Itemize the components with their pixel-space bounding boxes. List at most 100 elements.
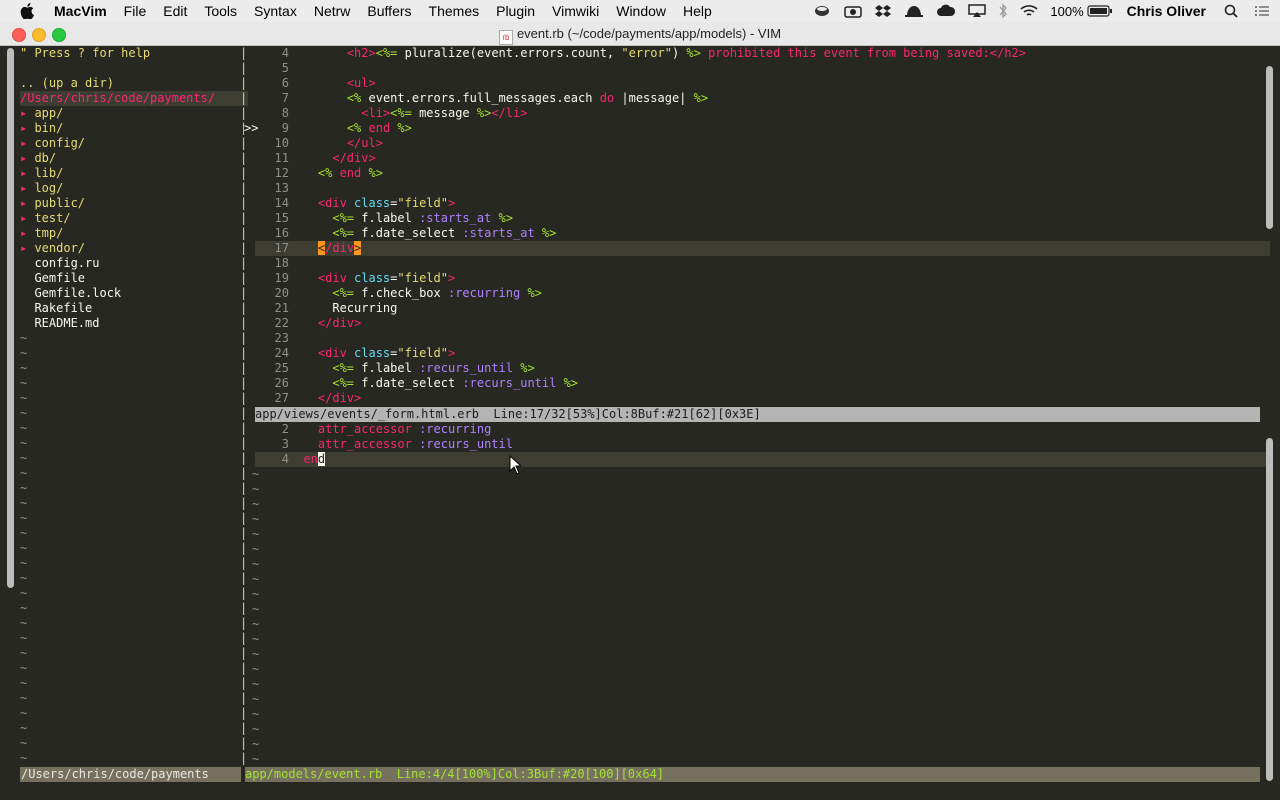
code-line[interactable]: 8 <li><%= message %></li>	[255, 106, 1270, 121]
menu-themes[interactable]: Themes	[429, 0, 480, 22]
apple-icon[interactable]	[20, 3, 36, 19]
tree-file[interactable]: README.md	[20, 316, 248, 331]
code-line[interactable]: 25 <%= f.label :recurs_until %>	[255, 361, 1270, 376]
tree-dir-lib[interactable]: ▸ lib/	[20, 166, 248, 181]
code-line[interactable]: 24 <div class="field">	[255, 346, 1270, 361]
menu-plugin[interactable]: Plugin	[496, 0, 535, 22]
spotlight-search-icon[interactable]	[1224, 4, 1238, 18]
camera-icon[interactable]	[844, 4, 863, 18]
code-token: attr_accessor	[317, 437, 412, 451]
tree-dir-tmp[interactable]: ▸ tmp/	[20, 226, 248, 241]
code-line[interactable]: 5	[255, 61, 1270, 76]
airplay-icon[interactable]	[968, 4, 987, 18]
bottom-buffer[interactable]: 2 attr_accessor :recurring 3 attr_accesso…	[252, 422, 1270, 767]
split-bar: |	[240, 166, 248, 180]
split-bar: |	[240, 736, 248, 750]
tree-dir-log[interactable]: ▸ log/	[20, 181, 248, 196]
tree-dir-label: bin/	[34, 121, 64, 135]
code-line[interactable]: 20 <%= f.check_box :recurring %>	[255, 286, 1270, 301]
code-line[interactable]: 4 <h2><%= pluralize(event.errors.count, …	[255, 46, 1270, 61]
code-line[interactable]: 23	[255, 331, 1270, 346]
code-line[interactable]: 19 <div class="field">	[255, 271, 1270, 286]
code-line[interactable]: 22 </div>	[255, 316, 1270, 331]
wifi-icon[interactable]	[1020, 4, 1038, 18]
tree-file[interactable]: config.ru	[20, 256, 248, 271]
code-line[interactable]: 11 </div>	[255, 151, 1270, 166]
code-token: :recurring	[419, 422, 492, 436]
line-number: 7	[281, 91, 289, 105]
code-line[interactable]: 3 attr_accessor :recurs_until	[255, 437, 1270, 452]
user-name[interactable]: Chris Oliver	[1127, 3, 1206, 19]
top-buffer-scrollbar[interactable]	[1266, 66, 1273, 229]
code-line[interactable]: 2 attr_accessor :recurring	[255, 422, 1270, 437]
code-line[interactable]: 6 <ul>	[255, 76, 1270, 91]
menu-edit[interactable]: Edit	[163, 0, 187, 22]
tree-dir-vendor[interactable]: ▸ vendor/	[20, 241, 248, 256]
empty-line-tilde: ~	[20, 661, 28, 675]
empty-line-tilde: ~	[20, 346, 28, 360]
battery-icon[interactable]	[1087, 5, 1113, 17]
line-number: 15	[274, 211, 289, 225]
tree-dir-bin[interactable]: ▸ bin/	[20, 121, 248, 136]
code-line[interactable]: 7 <% event.errors.full_messages.each do …	[255, 91, 1270, 106]
split-bar: |	[240, 196, 248, 210]
bluetooth-icon[interactable]	[998, 3, 1008, 19]
dropbox-icon[interactable]	[874, 3, 892, 19]
tree-dir-test[interactable]: ▸ test/	[20, 211, 248, 226]
notification-center-icon[interactable]	[1254, 5, 1270, 17]
code-line[interactable]: 9 <% end %>	[255, 121, 1270, 136]
code-token: :recurs_until	[462, 376, 557, 390]
code-line[interactable]: 17 </div>	[255, 241, 1270, 256]
empty-line-tilde: ~	[20, 646, 28, 660]
tree-dir-db[interactable]: ▸ db/	[20, 151, 248, 166]
tree-dir-app[interactable]: ▸ app/	[20, 106, 248, 121]
code-line[interactable]: 12 <% end %>	[255, 166, 1270, 181]
file-tree-pane[interactable]: " Press ? for help .. (up a dir) /Users/…	[20, 46, 250, 781]
code-line[interactable]: 21 Recurring	[255, 301, 1270, 316]
cloud-icon[interactable]	[936, 4, 956, 18]
code-line[interactable]: 15 <%= f.label :starts_at %>	[255, 211, 1270, 226]
left-scrollbar[interactable]	[7, 48, 14, 588]
top-buffer[interactable]: 4 <h2><%= pluralize(event.errors.count, …	[255, 46, 1270, 406]
hat-icon[interactable]	[904, 4, 924, 18]
tree-dir-config[interactable]: ▸ config/	[20, 136, 248, 151]
menu-buffers[interactable]: Buffers	[367, 0, 411, 22]
code-line[interactable]: 18	[255, 256, 1270, 271]
code-token: en	[303, 452, 318, 466]
menu-syntax[interactable]: Syntax	[254, 0, 297, 22]
code-line[interactable]: 26 <%= f.date_select :recurs_until %>	[255, 376, 1270, 391]
code-line[interactable]: 27 </div>	[255, 391, 1270, 406]
menu-netrw[interactable]: Netrw	[314, 0, 351, 22]
code-line[interactable]: 13	[255, 181, 1270, 196]
tree-dir-public[interactable]: ▸ public/	[20, 196, 248, 211]
line-number: 26	[274, 376, 289, 390]
tree-dir-label: lib/	[34, 166, 64, 180]
code-line[interactable]: 14 <div class="field">	[255, 196, 1270, 211]
menu-help[interactable]: Help	[683, 0, 712, 22]
code-line[interactable]: 4 end	[255, 452, 1270, 467]
coffee-cup-icon[interactable]	[814, 4, 832, 18]
menu-window[interactable]: Window	[616, 0, 666, 22]
menu-file[interactable]: File	[124, 0, 147, 22]
empty-line-tilde: ~	[252, 617, 260, 631]
code-line[interactable]: 16 <%= f.date_select :starts_at %>	[255, 226, 1270, 241]
menu-macvim[interactable]: MacVim	[54, 0, 107, 22]
tree-up-dir[interactable]: .. (up a dir)	[20, 76, 248, 91]
menu-vimwiki[interactable]: Vimwiki	[552, 0, 599, 22]
tree-expand-icon: ▸	[20, 181, 35, 195]
vertical-split-separator[interactable]: | | | | | | | | | | | | | | | | | | | | | | | | | | | | | | | | | | | | | | | |…	[240, 46, 259, 766]
tree-root-path[interactable]: /Users/chris/code/payments/	[20, 91, 248, 106]
vim-editor[interactable]: " Press ? for help .. (up a dir) /Users/…	[10, 46, 1270, 786]
bottom-buffer-scrollbar[interactable]	[1266, 438, 1273, 781]
tree-file[interactable]: Gemfile	[20, 271, 248, 286]
split-bar: |	[240, 601, 248, 615]
tree-file[interactable]: Gemfile.lock	[20, 286, 248, 301]
tree-file[interactable]: Rakefile	[20, 301, 248, 316]
code-token: pluralize(event.errors.count,	[397, 46, 622, 60]
menu-tools[interactable]: Tools	[204, 0, 237, 22]
code-line[interactable]: 10 </ul>	[255, 136, 1270, 151]
